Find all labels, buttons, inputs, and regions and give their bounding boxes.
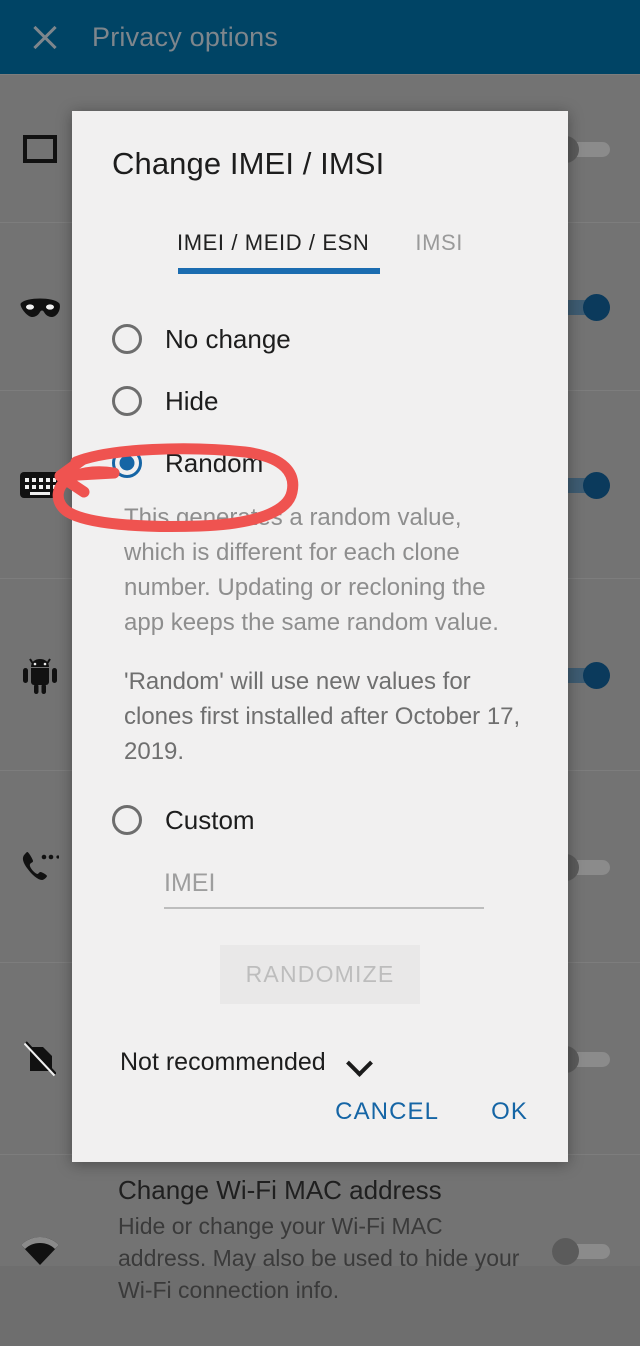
imei-input[interactable] (164, 869, 484, 898)
randomize-row: RANDOMIZE (72, 945, 568, 1004)
recommendation-dropdown[interactable]: Not recommended (120, 1048, 568, 1077)
imei-field[interactable] (164, 869, 484, 909)
list-item-title: Change Wi-Fi MAC address (118, 1175, 442, 1205)
random-description: This generates a random value, which is … (72, 494, 568, 769)
custom-section: Custom RANDOMIZE (72, 789, 568, 1004)
tab-active-indicator (178, 268, 380, 274)
randomize-button[interactable]: RANDOMIZE (219, 945, 421, 1004)
radio-icon-hide[interactable] (112, 386, 142, 416)
option-hide[interactable]: Hide (72, 370, 568, 432)
radio-icon-custom[interactable] (112, 805, 142, 835)
sim-off-icon (18, 1037, 62, 1081)
list-item[interactable]: Change Wi-Fi MAC address Hide or change … (0, 1154, 640, 1346)
option-label: Hide (165, 385, 219, 416)
option-label: Custom (165, 804, 255, 835)
dialog-title: Change IMEI / IMSI (112, 146, 385, 181)
row-toggle[interactable] (552, 1237, 614, 1265)
cancel-button[interactable]: CANCEL (317, 1086, 457, 1138)
app-bar: Privacy options (0, 0, 640, 74)
ok-button[interactable]: OK (473, 1086, 546, 1138)
tab-imsi[interactable]: IMSI (415, 230, 463, 274)
android-icon (18, 653, 62, 697)
option-label: Random (165, 447, 264, 478)
rectangle-icon (18, 127, 62, 171)
option-custom[interactable]: Custom (72, 789, 568, 851)
radio-icon-no-change[interactable] (112, 324, 142, 354)
recommendation-label: Not recommended (120, 1048, 326, 1076)
list-item-subtitle: Hide or change your Wi-Fi MAC address. M… (118, 1213, 520, 1303)
option-label: No change (165, 323, 291, 354)
keyboard-icon (18, 463, 62, 507)
chevron-down-icon[interactable] (348, 1051, 372, 1075)
radio-icon-random[interactable] (112, 448, 142, 478)
app-bar-title: Privacy options (92, 21, 279, 52)
option-random[interactable]: Random (72, 432, 568, 494)
dialer-icon (18, 845, 62, 889)
list-item-text: Change Wi-Fi MAC address Hide or change … (118, 1173, 530, 1306)
description-paragraph-1: This generates a random value, which is … (124, 504, 499, 636)
dialog-actions: CANCEL OK (317, 1086, 546, 1138)
option-no-change[interactable]: No change (72, 308, 568, 370)
change-imei-imsi-dialog: Change IMEI / IMSI IMEI / MEID / ESN IMS… (72, 111, 568, 1162)
close-icon[interactable] (28, 20, 62, 54)
option-group: No change Hide Random This generates a r… (72, 274, 568, 1077)
mask-icon (18, 285, 62, 329)
description-paragraph-2: 'Random' will use new values for clones … (124, 668, 521, 765)
tab-bar: IMEI / MEID / ESN IMSI (72, 230, 568, 274)
